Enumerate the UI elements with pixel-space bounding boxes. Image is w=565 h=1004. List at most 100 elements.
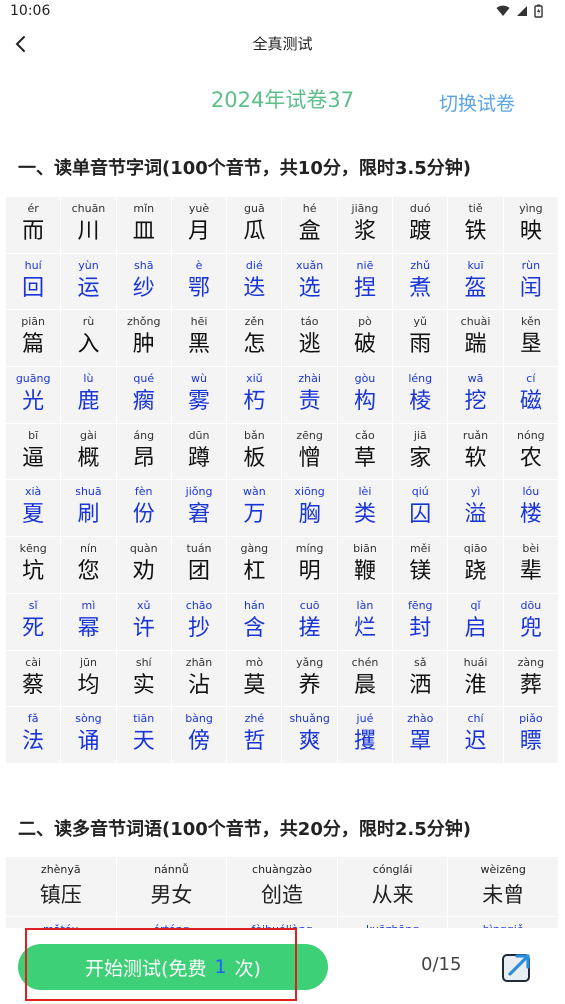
hanzi-label: 昂 [132, 445, 155, 471]
hanzi-label: 踹 [464, 332, 487, 358]
hanzi-label: 垦 [519, 332, 542, 358]
hanzi-label: 夏 [22, 502, 45, 528]
hanzi-label: 杠 [243, 559, 266, 585]
syllable-cell: pò 破 [337, 310, 394, 368]
hanzi-label: 镇压 [39, 883, 82, 907]
hanzi-label: 傍 [188, 729, 211, 755]
pinyin-label: fēng [407, 598, 433, 612]
hanzi-label: 皿 [132, 219, 155, 244]
syllable-cell: jiǒng 窘 [171, 480, 228, 538]
syllable-cell: hēi 黑 [171, 310, 228, 368]
syllable-cell: nín 您 [61, 537, 117, 594]
pinyin-label: lèi [358, 485, 372, 499]
single-syllable-grid: ér 而 chuān 川 mǐn 皿 yuè 月 guā 瓜 hé 盒 jiāng 浆 duó 踱 tiě 铁 yì… [6, 197, 559, 764]
pinyin-label: niē [356, 258, 374, 272]
pinyin-label: sǐ [28, 598, 38, 612]
free-count: 1 [214, 956, 227, 978]
hanzi-label: 入 [77, 332, 100, 358]
pinyin-label: qué [133, 372, 155, 386]
syllable-cell: yǎng 养 [282, 650, 338, 708]
hanzi-label: 迭 [243, 275, 266, 301]
hanzi-label: 映 [519, 219, 542, 244]
syllable-cell: lù 鹿 [61, 367, 117, 424]
syllable-cell: zhé 哲 [227, 707, 283, 764]
bottom-bar: 开始测试(免费 1 次) 0/15 [0, 928, 565, 1004]
syllable-cell: cí 磁 [503, 367, 559, 424]
pinyin-label: zàng [517, 655, 545, 669]
hanzi-label: 回 [22, 275, 45, 301]
syllable-cell: nóng 农 [503, 423, 559, 481]
pinyin-label: yùn [78, 258, 99, 272]
pinyin-label: léng [408, 372, 433, 386]
switch-paper-link[interactable]: 切换试卷 [439, 89, 515, 116]
hanzi-label: 含 [243, 615, 266, 641]
hanzi-label: 类 [353, 502, 376, 528]
syllable-cell: shuǎng 爽 [282, 707, 338, 764]
hanzi-label: 未曾 [482, 883, 525, 907]
pinyin-label: gòu [354, 372, 376, 386]
syllable-cell: gài 概 [61, 423, 117, 481]
hanzi-label: 天 [132, 729, 155, 755]
pinyin-label: quàn [129, 542, 158, 556]
share-icon[interactable] [500, 950, 534, 984]
pinyin-label: chuān [71, 202, 106, 215]
syllable-cell: shā 纱 [116, 253, 172, 311]
syllable-cell: fǎ 法 [6, 707, 62, 764]
pinyin-label: huái [463, 655, 488, 669]
syllable-cell: wù 雾 [171, 367, 228, 424]
pinyin-label: qiāo [463, 542, 488, 556]
syllable-cell: fèn 份 [116, 480, 172, 538]
syllable-cell: bèi 辈 [503, 537, 559, 594]
pinyin-label: mì [81, 598, 96, 612]
syllable-cell: áng 昂 [116, 423, 172, 481]
hanzi-label: 明 [298, 559, 321, 585]
syllable-cell: ruǎn 软 [448, 423, 504, 481]
pinyin-label: làn [356, 598, 374, 612]
pinyin-label: jiāng [351, 202, 379, 215]
battery-icon [534, 4, 543, 18]
syllable-cell: biān 鞭 [337, 537, 394, 594]
pinyin-label: xiōng [294, 485, 325, 499]
syllable-cell: xiōng 胸 [282, 480, 338, 538]
hanzi-label: 软 [464, 445, 487, 471]
pinyin-label: fǎ [27, 712, 39, 726]
syllable-cell: piān 篇 [6, 310, 62, 368]
syllable-cell: měi 镁 [393, 537, 449, 594]
pinyin-label: sòng [75, 712, 102, 726]
pinyin-label: fèn [134, 485, 153, 499]
syllable-cell: nánnǚ 男女 [116, 857, 228, 917]
pinyin-label: xuǎn [296, 258, 324, 272]
start-test-button[interactable]: 开始测试(免费 1 次) [18, 944, 328, 990]
pinyin-label: kěn [520, 315, 541, 329]
pinyin-label: kuī [467, 258, 484, 272]
syllable-cell: yuè 月 [171, 197, 228, 254]
hanzi-label: 哲 [243, 729, 266, 755]
pinyin-label: wàn [242, 485, 266, 499]
syllable-cell: yǔ 雨 [393, 310, 449, 368]
hanzi-label: 瞟 [519, 729, 542, 755]
hanzi-label: 盔 [464, 275, 487, 301]
syllable-cell: sǐ 死 [6, 593, 62, 651]
hanzi-label: 瓜 [243, 219, 266, 244]
hanzi-label: 份 [132, 502, 155, 528]
hanzi-label: 万 [243, 502, 266, 528]
syllable-cell: duó 踱 [393, 197, 449, 254]
pinyin-label: qǐ [470, 598, 481, 612]
hanzi-label: 憎 [298, 445, 321, 471]
syllable-cell: zēng 憎 [282, 423, 338, 481]
pinyin-label: dōu [520, 598, 542, 612]
syllable-cell: rùn 闰 [503, 253, 559, 311]
progress-counter: 0/15 [421, 954, 462, 975]
syllable-cell: qǐ 启 [448, 593, 504, 651]
hanzi-label: 沾 [188, 672, 211, 698]
syllable-cell: mò 莫 [227, 650, 283, 708]
wifi-icon [496, 5, 510, 16]
syllable-cell: zhān 沾 [171, 650, 228, 708]
pinyin-label: hé [302, 202, 317, 215]
hanzi-label: 坑 [22, 559, 45, 585]
pinyin-label: shí [135, 655, 152, 669]
hanzi-label: 鄂 [188, 275, 211, 301]
hanzi-label: 攫 [353, 729, 376, 755]
syllable-cell: táo 逃 [282, 310, 338, 368]
syllable-cell: míng 明 [282, 537, 338, 594]
